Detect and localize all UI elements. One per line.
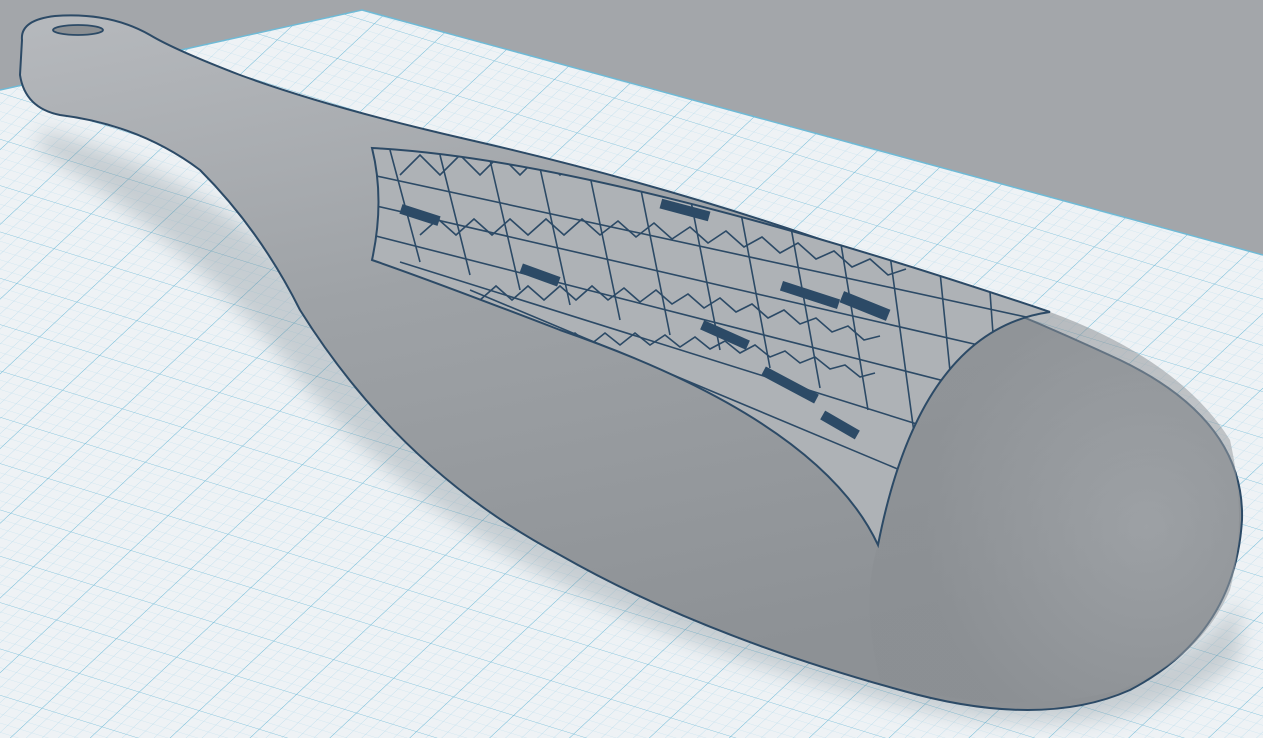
3d-viewport[interactable] — [0, 0, 1263, 738]
hang-hole — [52, 24, 104, 36]
scene[interactable] — [0, 0, 1263, 738]
